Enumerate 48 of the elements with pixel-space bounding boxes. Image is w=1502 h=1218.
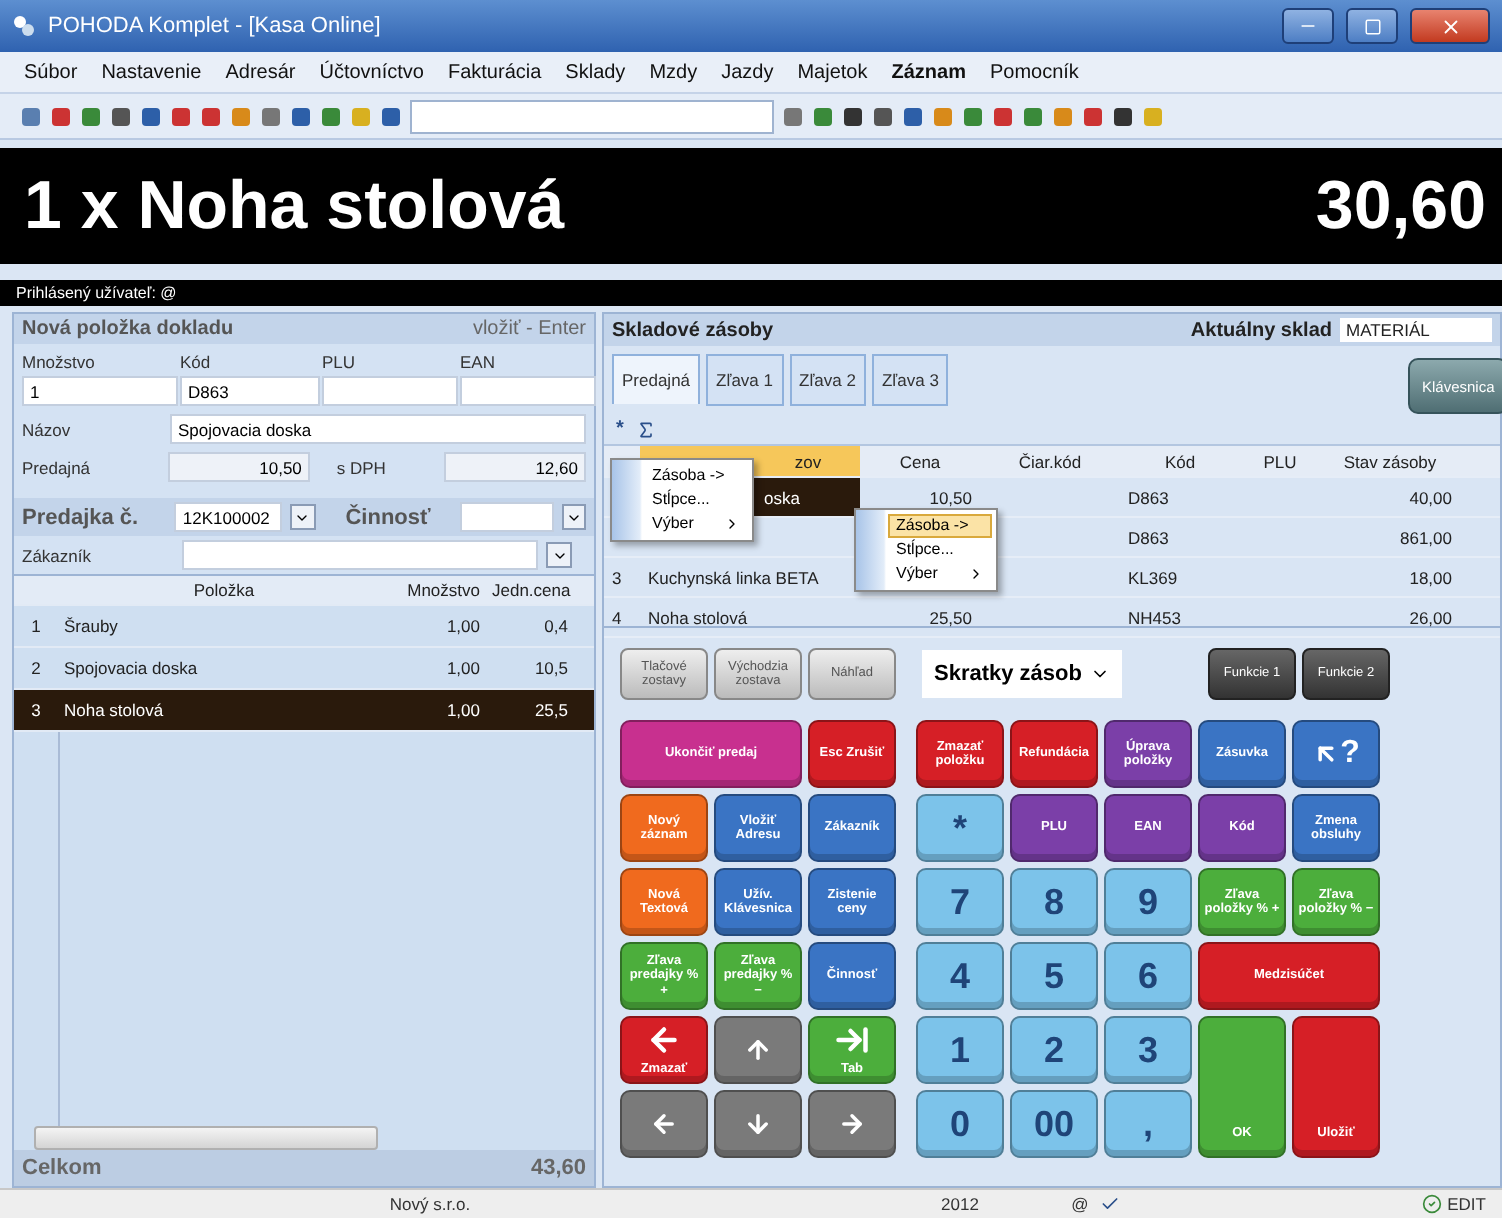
table-cell-text: 25,50 xyxy=(927,605,974,631)
table-cell-text: 0,4 xyxy=(542,616,570,636)
table-cell-text: Noha stolová xyxy=(62,700,166,720)
table-cell-text: 1,00 xyxy=(444,700,482,720)
table-cell-text: D863 xyxy=(1126,485,1171,511)
field-label: PLU xyxy=(322,350,358,376)
field-label: Aktuálny sklad xyxy=(1190,319,1332,341)
field-label: Názov xyxy=(22,417,73,443)
table-cell-text: 1,00 xyxy=(444,616,482,636)
table-cell-text: 861,00 xyxy=(1398,525,1454,551)
field-label: Množstvo xyxy=(22,350,97,376)
mode-text: EDIT xyxy=(1447,1194,1486,1214)
window-title: POHODA Komplet - [Kasa Online] xyxy=(48,14,383,38)
section-title: Skladové zásoby xyxy=(612,319,774,341)
at-sign-text: @ xyxy=(1069,1194,1091,1214)
field-label: s DPH xyxy=(334,455,388,481)
field-label: Predajná xyxy=(22,455,93,481)
table-cell-text: 25,5 xyxy=(532,700,570,720)
row-number: 4 xyxy=(610,605,624,631)
row-number: 3 xyxy=(29,700,43,720)
total-label: Celkom xyxy=(22,1156,102,1180)
table-cell-text: D863 xyxy=(1126,525,1171,551)
table-cell-text: 40,00 xyxy=(1407,485,1454,511)
row-number: 3 xyxy=(610,565,624,591)
year-text: 2012 xyxy=(939,1194,981,1214)
table-cell-text: 1,00 xyxy=(444,658,482,678)
row-number: 1 xyxy=(29,616,43,636)
table-cell-text: 10,5 xyxy=(532,658,570,678)
current-total-text: 30,60 xyxy=(1315,167,1486,245)
logged-user-text: Prihlásený užívateľ: @ xyxy=(0,280,1502,306)
current-item-text: 1 x Noha stolová xyxy=(24,167,565,245)
row-number: 2 xyxy=(29,658,43,678)
table-cell-text: 18,00 xyxy=(1407,565,1454,591)
table-cell-text: NH453 xyxy=(1126,605,1183,631)
table-cell-text: Šrauby xyxy=(62,616,120,636)
section-title: Nová položka dokladu xyxy=(22,318,234,340)
table-cell-text: 26,00 xyxy=(1407,605,1454,631)
total-value: 43,60 xyxy=(530,1156,586,1180)
field-label: Zákazník xyxy=(22,543,93,569)
shortcut-hint: vložiť - Enter xyxy=(472,318,586,340)
field-label: Kód xyxy=(180,350,213,376)
table-cell-text: Spojovacia doska xyxy=(62,658,200,678)
field-label: Činnosť xyxy=(343,505,433,529)
field-label: Predajka č. xyxy=(22,505,141,529)
field-label: EAN xyxy=(460,350,497,376)
company-name: Nový s.r.o. xyxy=(387,1194,473,1214)
table-cell-text: KL369 xyxy=(1126,565,1180,591)
table-cell-text: 10,50 xyxy=(927,485,974,511)
